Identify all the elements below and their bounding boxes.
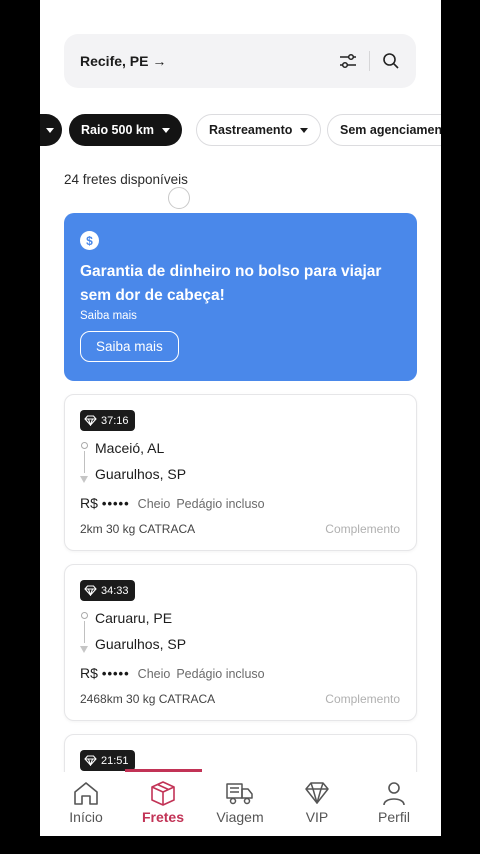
nav-label: Fretes (141, 809, 185, 825)
filter-chips: Raio 500 km Rastreamento Sem agenciament… (40, 114, 441, 148)
timer-text: 37:16 (101, 414, 129, 427)
origin-dot-icon (81, 442, 88, 449)
person-icon (383, 782, 405, 806)
timer-badge: 21:51 (80, 750, 135, 771)
freight-card[interactable]: 37:16 Maceió, AL Guarulhos, SP R$ ••••• … (64, 394, 417, 551)
box-icon (151, 781, 175, 806)
banner-headline: Garantia de dinheiro no bolso para viaja… (80, 263, 382, 304)
caret-down-icon (46, 127, 54, 133)
results-count: 24 fretes disponíveis (64, 172, 188, 187)
diamond-icon (84, 755, 97, 766)
nav-item-perfil[interactable]: Perfil (359, 780, 429, 825)
app-screen: Recife, PE → Raio 500 km Rastreamento Se… (40, 0, 441, 836)
origin-city: Caruaru, PE (95, 610, 173, 626)
location-selector[interactable]: Recife, PE → (80, 53, 337, 69)
filter-chip-partial[interactable] (40, 114, 62, 146)
destination-city: Guarulhos, SP (95, 636, 187, 652)
destination-arrow-icon (80, 646, 88, 653)
divider (369, 51, 370, 71)
diamond-icon (84, 415, 97, 426)
nav-label: Início (69, 809, 103, 825)
banner-link[interactable]: Saiba mais (80, 310, 401, 322)
saiba-mais-button[interactable]: Saiba mais (80, 331, 179, 362)
caret-down-icon (161, 127, 170, 133)
freight-details: 2km 30 kg CATRACA (80, 522, 196, 536)
nav-item-viagem[interactable]: Viagem (205, 780, 275, 825)
timer-badge: 34:33 (80, 580, 135, 601)
dollar-icon: $ (80, 231, 99, 250)
search-icon[interactable] (380, 50, 402, 72)
complement-label: Complemento (325, 522, 400, 536)
filter-chip-sem-agenciamento[interactable]: Sem agenciamento (327, 114, 441, 146)
timer-badge: 37:16 (80, 410, 135, 431)
freight-details: 2468km 30 kg CATRACA (80, 692, 216, 706)
currency: R$ (80, 665, 98, 681)
sliders-icon[interactable] (337, 50, 359, 72)
toll-info: Pedágio incluso (176, 497, 265, 511)
search-bar[interactable]: Recife, PE → (64, 34, 416, 88)
nav-label: VIP (305, 809, 329, 825)
home-icon (74, 782, 98, 805)
caret-down-icon (300, 127, 309, 133)
price-row: R$ ••••• Cheio Pedágio incluso (80, 665, 265, 681)
currency: R$ (80, 495, 98, 511)
load-type: Cheio (137, 497, 171, 511)
nav-item-inicio[interactable]: Início (51, 780, 121, 825)
touch-indicator (168, 187, 190, 209)
chip-label: Rastreamento (209, 123, 293, 137)
complement-label: Complemento (325, 692, 400, 706)
promo-banner[interactable]: $ Garantia de dinheiro no bolso para via… (64, 213, 417, 381)
timer-text: 34:33 (101, 584, 129, 597)
toll-info: Pedágio incluso (176, 667, 265, 681)
nav-label: Perfil (378, 809, 410, 825)
destination-arrow-icon (80, 476, 88, 483)
truck-icon (226, 783, 253, 805)
freight-card[interactable]: 34:33 Caruaru, PE Guarulhos, SP R$ •••••… (64, 564, 417, 721)
filter-chip-raio[interactable]: Raio 500 km (69, 114, 182, 146)
chip-label: Sem agenciamento (340, 123, 441, 137)
price-hidden: ••••• (101, 496, 130, 511)
nav-item-fretes[interactable]: Fretes (128, 780, 198, 825)
system-navigation-bar (0, 836, 480, 854)
nav-item-vip[interactable]: VIP (282, 780, 352, 825)
filter-chip-rastreamento[interactable]: Rastreamento (196, 114, 322, 146)
chip-label: Raio 500 km (81, 123, 154, 137)
diamond-icon (84, 585, 97, 596)
timer-text: 21:51 (101, 754, 129, 767)
origin-city: Maceió, AL (95, 440, 165, 456)
price-row: R$ ••••• Cheio Pedágio incluso (80, 495, 265, 511)
load-type: Cheio (137, 667, 171, 681)
origin-dot-icon (81, 612, 88, 619)
route-line (84, 621, 85, 643)
active-tab-indicator (125, 769, 202, 772)
bottom-nav: Início Fretes Viagem VIP Perfil (40, 769, 441, 836)
diamond-icon (305, 782, 329, 804)
destination-city: Guarulhos, SP (95, 466, 187, 482)
nav-label: Viagem (216, 809, 264, 825)
route-line (84, 451, 85, 473)
price-hidden: ••••• (101, 666, 130, 681)
